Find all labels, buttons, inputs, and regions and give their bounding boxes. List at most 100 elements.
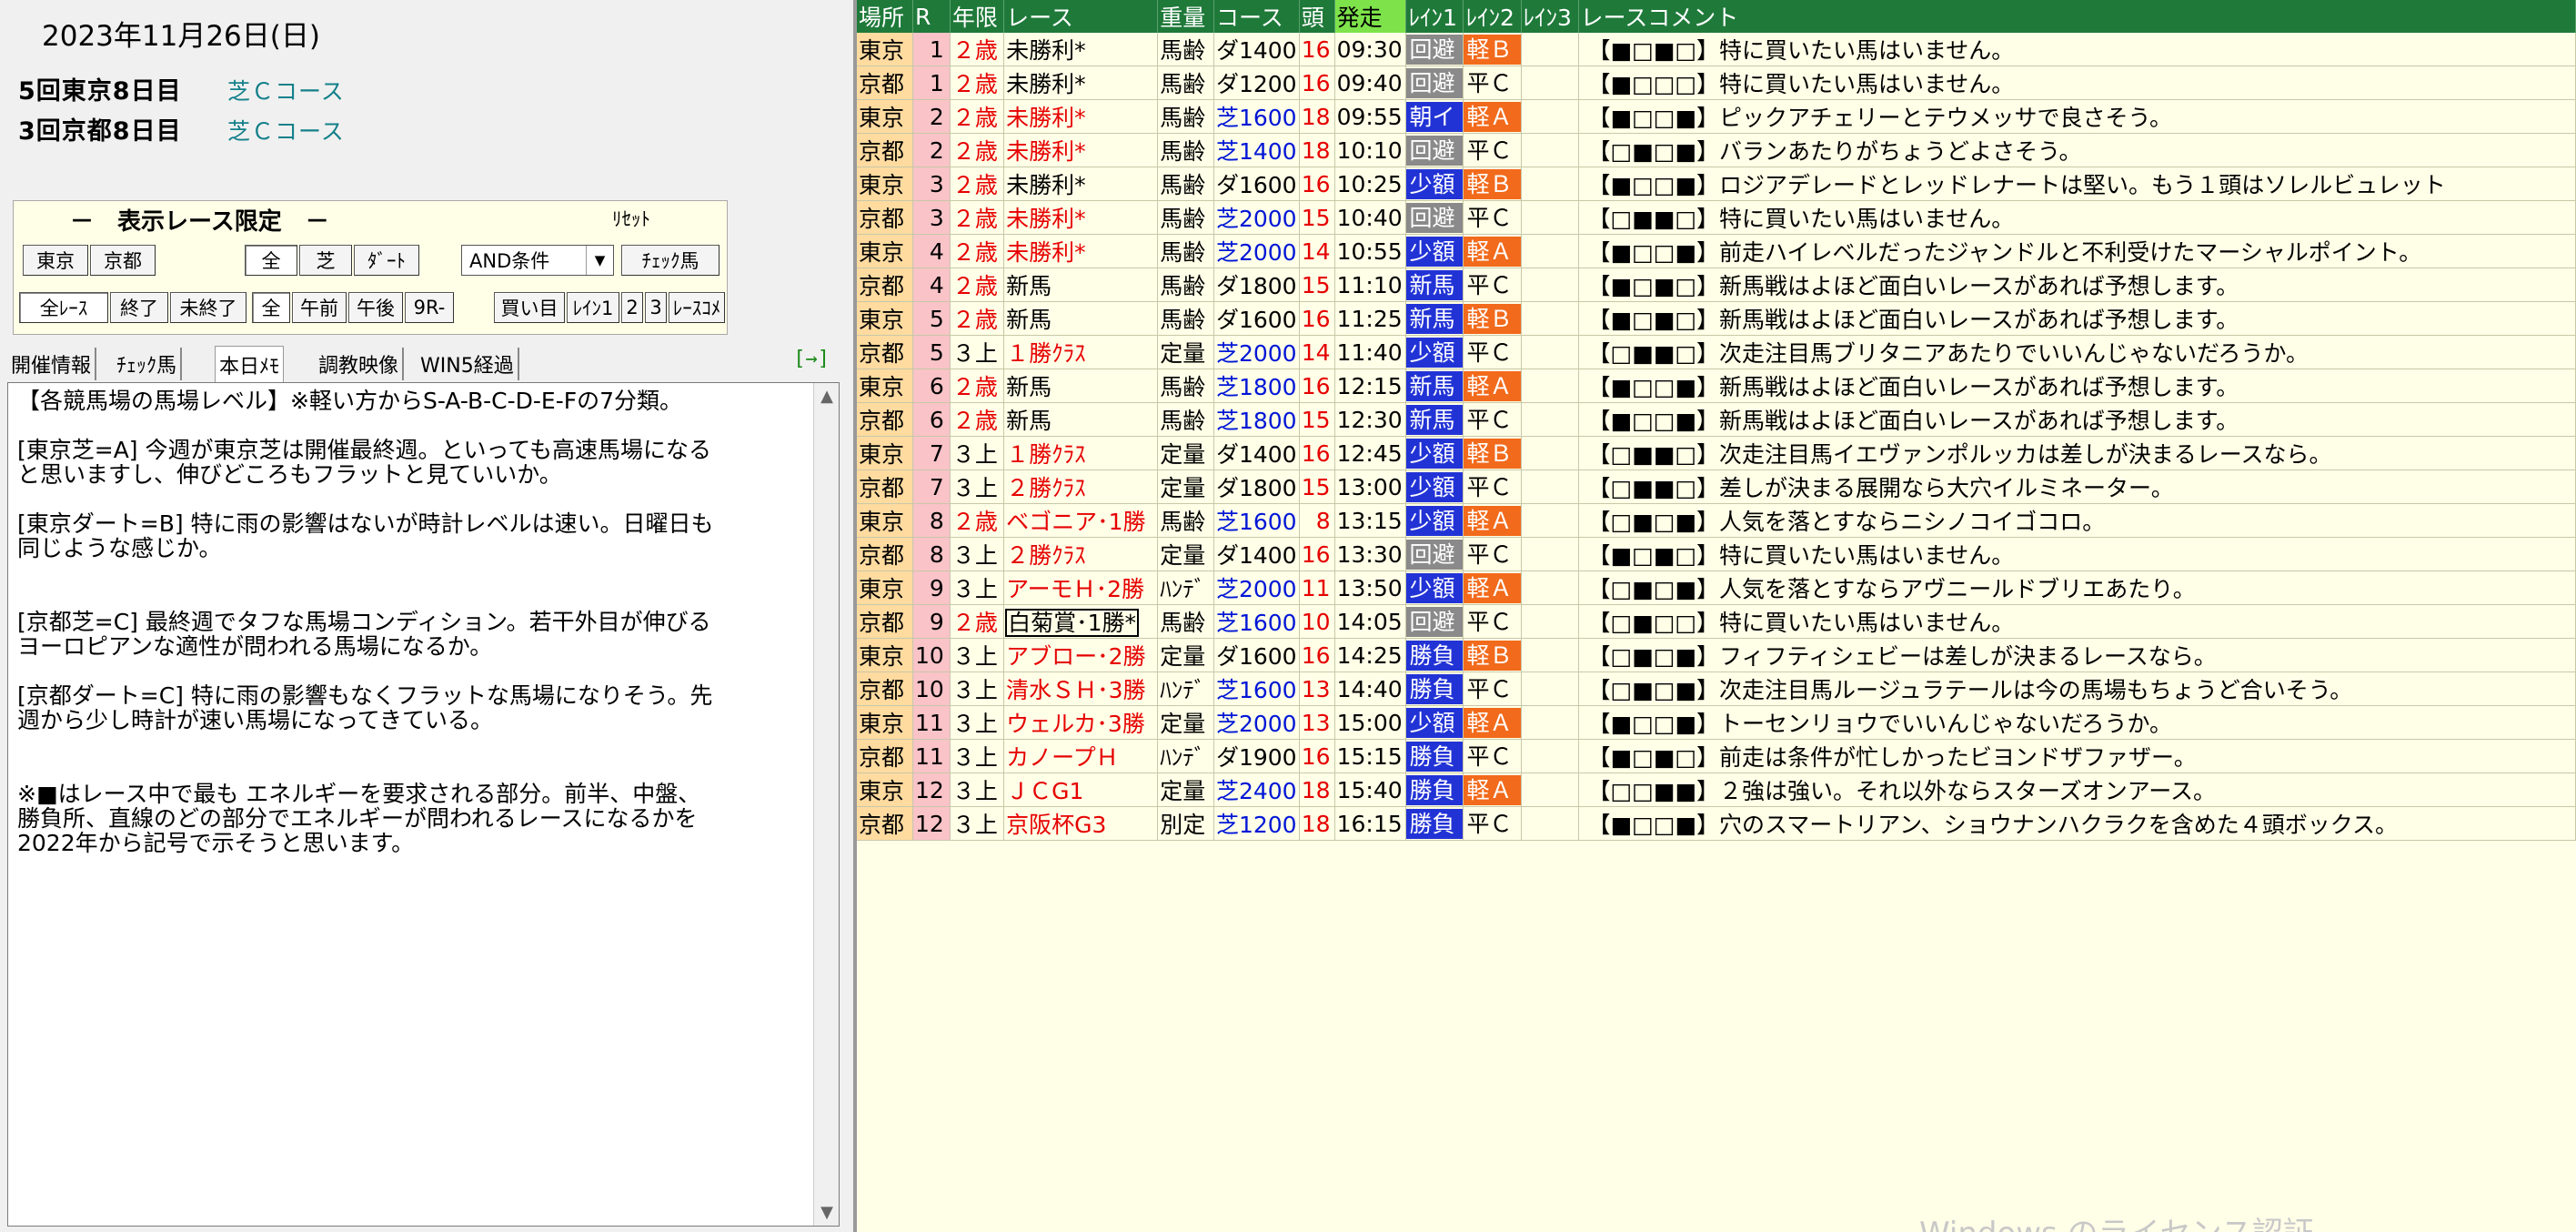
- dropdown-arrow-icon[interactable]: ▼: [586, 246, 613, 275]
- reset-button[interactable]: ﾘｾｯﾄ: [612, 205, 650, 232]
- cell-post-time: 16:15: [1334, 806, 1407, 841]
- time-all-button[interactable]: 全: [252, 292, 290, 323]
- tab-win5[interactable]: WIN5経過: [417, 348, 519, 380]
- table-row[interactable]: 京都 12 ３上 京阪杯G3 別定 芝1200 18 16:15 勝負 平Ｃ 【■□□■】穴のスマー…: [857, 806, 2576, 841]
- time-9r-button[interactable]: 9R-: [405, 292, 454, 323]
- tab-kaisai[interactable]: 開催情報: [7, 348, 97, 380]
- lane1-button[interactable]: ﾚｲﾝ1: [567, 292, 619, 323]
- cell-lane2: 軽Ａ: [1463, 503, 1522, 538]
- cell-post-time: 15:40: [1334, 773, 1407, 807]
- lane2-button[interactable]: 2: [621, 292, 643, 323]
- cell-lane2: 平Ｃ: [1463, 402, 1522, 437]
- cell-lane2-badge: 平Ｃ: [1466, 136, 1513, 164]
- column-header[interactable]: レース: [1003, 0, 1159, 33]
- column-header[interactable]: 年限: [950, 0, 1005, 33]
- race-comment-button[interactable]: ﾚｰｽｺﾒ: [669, 292, 725, 323]
- kaime-button[interactable]: 買い目: [494, 292, 565, 323]
- cell-course: 芝2000: [1213, 705, 1300, 740]
- table-row[interactable]: 東京 4 ２歳 未勝利* 馬齢 芝2000 14 10:55 少額 軽Ａ 【■□□■】前走ハイレベル…: [857, 234, 2576, 268]
- column-header[interactable]: ﾚｲﾝ2: [1463, 0, 1522, 33]
- tab-training-video[interactable]: 調教映像: [315, 348, 405, 380]
- column-header[interactable]: 場所: [857, 0, 914, 33]
- time-afternoon-button[interactable]: 午後: [348, 292, 403, 323]
- status-all-button[interactable]: 全ﾚｰｽ: [19, 292, 108, 323]
- memo-scrollbar[interactable]: ▲ ▼: [813, 383, 839, 1226]
- column-header[interactable]: コース: [1213, 0, 1300, 33]
- lane3-button[interactable]: 3: [645, 292, 667, 323]
- surface-turf-button[interactable]: 芝: [299, 245, 352, 276]
- surface-all-button[interactable]: 全: [245, 245, 297, 276]
- column-header[interactable]: 発走: [1334, 0, 1407, 33]
- expand-arrow-icon[interactable]: [→]: [793, 348, 830, 370]
- table-row[interactable]: 東京 3 ２歳 未勝利* 馬齢 ダ1600 16 10:25 少額 軽Ｂ 【■□□■】ロジアデレード…: [857, 167, 2576, 201]
- cell-weight: 馬齢: [1157, 66, 1214, 100]
- table-row[interactable]: 東京 7 ３上 １勝ｸﾗｽ 定量 ダ1400 16 12:45 少額 軽Ｂ 【□■■□】次走注目馬イ…: [857, 436, 2576, 470]
- column-header[interactable]: ﾚｲﾝ3: [1521, 0, 1579, 33]
- cell-lane2: 平Ｃ: [1463, 806, 1522, 841]
- tab-today-memo[interactable]: 本日ﾒﾓ: [215, 346, 285, 382]
- cell-weight: 馬齢: [1157, 133, 1214, 167]
- column-header[interactable]: ﾚｲﾝ1: [1405, 0, 1464, 33]
- cell-lane1: 少額: [1405, 167, 1464, 201]
- scroll-down-icon[interactable]: ▼: [814, 1203, 840, 1222]
- cell-lane2-badge: 軽Ａ: [1464, 236, 1520, 267]
- cell-lane1-badge: 新馬: [1406, 269, 1463, 300]
- scroll-up-icon[interactable]: ▲: [814, 387, 840, 406]
- venue-kyoto-button[interactable]: 京都: [90, 245, 156, 276]
- table-row[interactable]: 東京 1 ２歳 未勝利* 馬齢 ダ1400 16 09:30 回避 軽Ｂ 【■□■□】特に買いたい馬…: [857, 33, 2576, 66]
- cell-lane2-badge: 軽Ｂ: [1464, 640, 1520, 671]
- cell-race-name: 新馬: [1003, 268, 1159, 302]
- table-row[interactable]: 東京 9 ３上 アーモＨ･2勝 ﾊﾝﾃﾞ 芝2000 11 13:50 少額 軽Ａ 【□■□■】人気…: [857, 571, 2576, 605]
- table-row[interactable]: 京都 10 ３上 清水ＳＨ･3勝 ﾊﾝﾃﾞ 芝1600 13 14:40 勝負 平Ｃ 【□■□■】次…: [857, 672, 2576, 706]
- surface-dirt-button[interactable]: ﾀﾞｰﾄ: [354, 245, 419, 276]
- cell-age: ２歳: [950, 402, 1005, 437]
- table-row[interactable]: 東京 12 ３上 ＪＣG1 定量 芝2400 18 15:40 勝負 軽Ａ 【□□■■】２強は強い。…: [857, 773, 2576, 807]
- cell-post-time: 14:25: [1334, 638, 1407, 672]
- cell-lane2-badge: 平Ｃ: [1466, 271, 1513, 298]
- cell-lane1: 回避: [1405, 604, 1464, 639]
- memo-textarea[interactable]: 【各競馬場の馬場レベル】※軽い方からS-A-B-C-D-E-Fの7分類。 [東京…: [7, 382, 840, 1227]
- table-row[interactable]: 京都 1 ２歳 未勝利* 馬齢 ダ1200 16 09:40 回避 平Ｃ 【■□□□】特に買いたい馬…: [857, 66, 2576, 100]
- cell-age: ２歳: [950, 66, 1005, 100]
- table-row[interactable]: 京都 3 ２歳 未勝利* 馬齢 芝2000 15 10:40 回避 平Ｃ 【□■■□】特に買いたい馬…: [857, 200, 2576, 235]
- cell-race-number: 3: [912, 167, 951, 201]
- cell-post-time: 10:40: [1334, 200, 1407, 235]
- table-row[interactable]: 東京 10 ３上 アブロー･2勝 定量 ダ1600 16 14:25 勝負 軽Ｂ 【□■□■】フィフ…: [857, 638, 2576, 672]
- cell-lane2: 平Ｃ: [1463, 537, 1522, 571]
- meeting-name: 5回東京8日目: [18, 77, 182, 106]
- cell-lane2: 軽Ｂ: [1463, 33, 1522, 66]
- cell-comment: 【□■□■】次走注目馬ルージュラテールは今の馬場もちょうど合いそう。: [1578, 672, 2576, 706]
- status-unfinished-button[interactable]: 未終了: [170, 292, 247, 323]
- column-header[interactable]: R: [912, 0, 951, 33]
- column-header[interactable]: 頭: [1299, 0, 1335, 33]
- cell-weight: 馬齢: [1157, 503, 1214, 538]
- table-row[interactable]: 京都 9 ２歳 白菊賞･1勝* 馬齢 芝1600 10 14:05 回避 平Ｃ 【□■□□】特に買い…: [857, 604, 2576, 639]
- cell-post-time: 13:30: [1334, 537, 1407, 571]
- cell-head-count: 18: [1299, 773, 1335, 807]
- cell-weight: ﾊﾝﾃﾞ: [1157, 739, 1214, 773]
- table-row[interactable]: 東京 2 ２歳 未勝利* 馬齢 芝1600 18 09:55 朝イ 軽Ａ 【■□□■】ピックアチェリ…: [857, 99, 2576, 134]
- table-row[interactable]: 京都 2 ２歳 未勝利* 馬齢 芝1400 18 10:10 回避 平Ｃ 【□■□■】バランあたりが…: [857, 133, 2576, 167]
- column-header[interactable]: レースコメント: [1578, 0, 2576, 33]
- venue-tokyo-button[interactable]: 東京: [23, 245, 88, 276]
- cell-weight: 定量: [1157, 773, 1214, 807]
- table-row[interactable]: 京都 7 ３上 ２勝ｸﾗｽ 定量 ダ1800 15 13:00 少額 平Ｃ 【□■■□】差しが決まる…: [857, 470, 2576, 504]
- table-row[interactable]: 東京 11 ３上 ウェルカ･3勝 定量 芝2000 13 15:00 少額 軽Ａ 【■□□■】トーセ…: [857, 705, 2576, 740]
- tab-check-horse[interactable]: ﾁｪｯｸ馬: [113, 348, 183, 380]
- table-row[interactable]: 京都 8 ３上 ２勝ｸﾗｽ 定量 ダ1400 16 13:30 回避 平Ｃ 【■□■□】特に買いたい…: [857, 537, 2576, 571]
- time-morning-button[interactable]: 午前: [292, 292, 347, 323]
- cell-race-name: 京阪杯G3: [1003, 806, 1159, 841]
- table-row[interactable]: 京都 4 ２歳 新馬 馬齢 ダ1800 15 11:10 新馬 平Ｃ 【■□■□】新馬戦はよほど面白…: [857, 268, 2576, 302]
- condition-select[interactable]: AND条件 ▼: [461, 245, 614, 276]
- status-finished-button[interactable]: 終了: [110, 292, 168, 323]
- check-horse-button[interactable]: ﾁｪｯｸ馬: [621, 245, 719, 276]
- table-row[interactable]: 京都 11 ３上 カノープＨ ﾊﾝﾃﾞ ダ1900 16 15:15 勝負 平Ｃ 【■□■□】前走は…: [857, 739, 2576, 773]
- table-row[interactable]: 東京 8 ２歳 ベゴニア･1勝 馬齢 芝1600 8 13:15 少額 軽Ａ 【□■□■】人気を落と…: [857, 503, 2576, 538]
- table-row[interactable]: 京都 5 ３上 １勝ｸﾗｽ 定量 芝2000 14 11:40 少額 平Ｃ 【□■■□】次走注目馬ブ…: [857, 335, 2576, 369]
- table-row[interactable]: 東京 5 ２歳 新馬 馬齢 ダ1600 16 11:25 新馬 軽Ｂ 【■□■□】新馬戦はよほど面白…: [857, 301, 2576, 336]
- cell-lane3: [1521, 638, 1579, 672]
- table-row[interactable]: 京都 6 ２歳 新馬 馬齢 芝1800 15 12:30 新馬 平Ｃ 【■□□■】新馬戦はよほど面白…: [857, 402, 2576, 437]
- table-row[interactable]: 東京 6 ２歳 新馬 馬齢 芝1800 16 12:15 新馬 軽Ａ 【■□□■】新馬戦はよほど面白…: [857, 369, 2576, 403]
- column-header[interactable]: 重量: [1157, 0, 1214, 33]
- cell-lane2-badge: 平Ｃ: [1466, 204, 1513, 231]
